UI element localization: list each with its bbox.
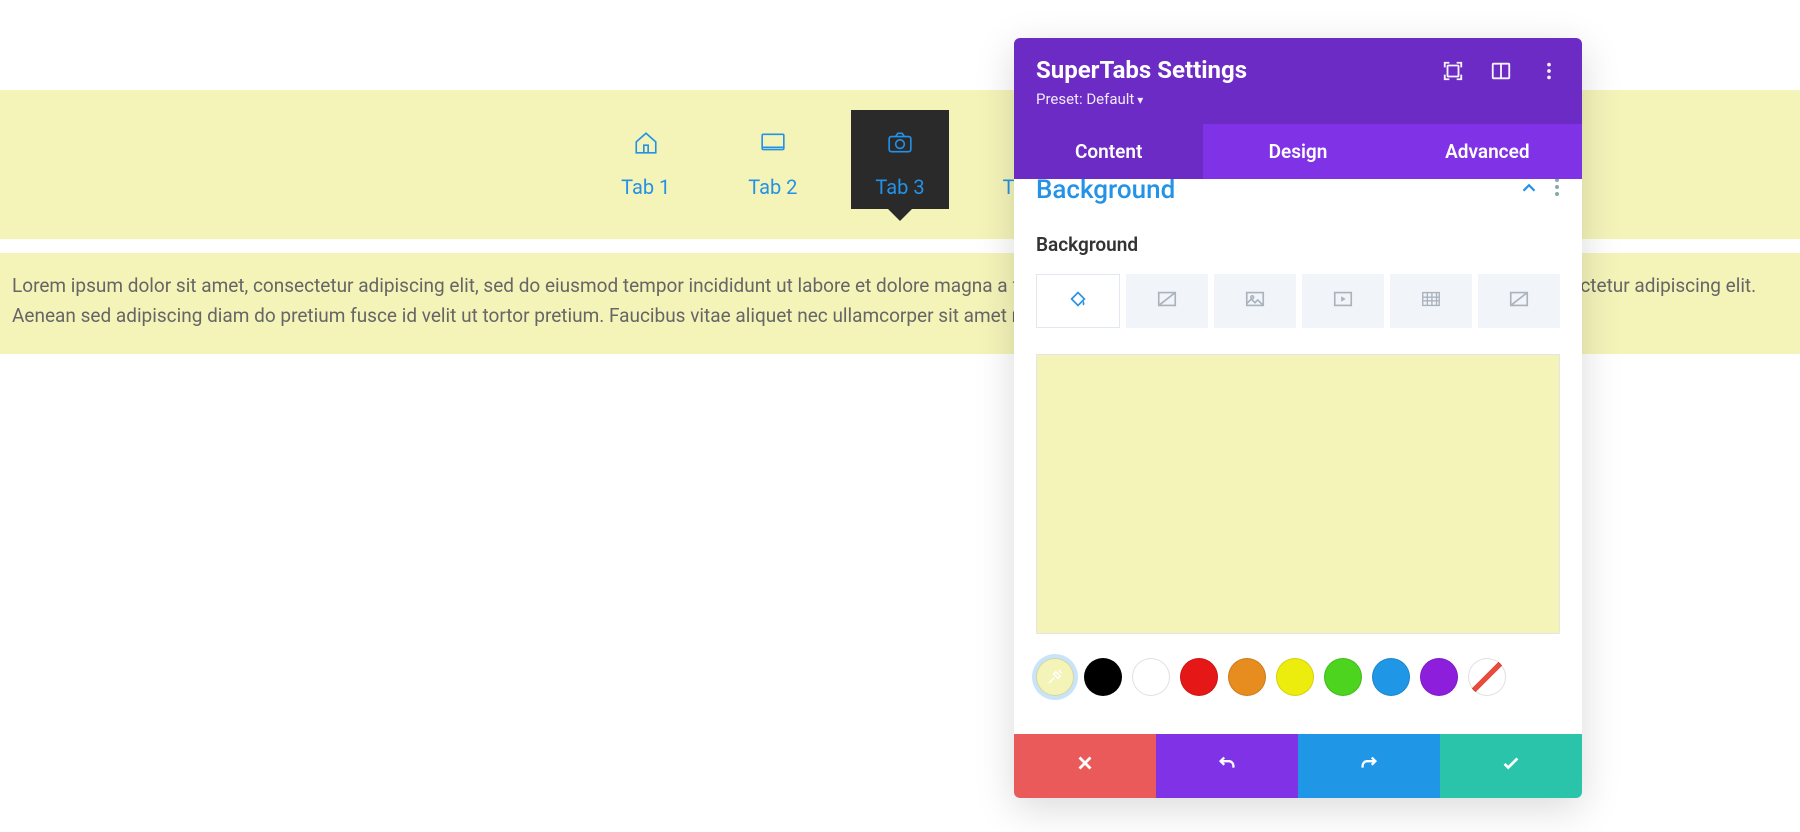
settings-panel: SuperTabs Settings Preset: Default Conte… — [1014, 38, 1582, 798]
panel-header: SuperTabs Settings Preset: Default — [1014, 38, 1582, 124]
tab-2[interactable]: Tab 2 — [724, 110, 821, 209]
tab-3[interactable]: Tab 3 — [851, 110, 948, 209]
image-icon — [1244, 288, 1266, 314]
pattern-icon — [1420, 288, 1442, 314]
background-type-row — [1036, 274, 1560, 328]
undo-icon — [1216, 752, 1238, 780]
field-label: Background — [1036, 233, 1560, 256]
swatch-none[interactable] — [1468, 658, 1506, 696]
bg-type-color[interactable] — [1036, 274, 1120, 328]
swatch-blue[interactable] — [1372, 658, 1410, 696]
collapse-icon[interactable] — [1518, 179, 1540, 204]
cancel-button[interactable] — [1014, 734, 1156, 798]
confirm-button[interactable] — [1440, 734, 1582, 798]
swatch-black[interactable] — [1084, 658, 1122, 696]
swatch-purple[interactable] — [1420, 658, 1458, 696]
tab-label: Tab 1 — [621, 175, 670, 199]
bg-type-image[interactable] — [1214, 274, 1296, 328]
redo-icon — [1358, 752, 1380, 780]
tab-label: Tab 2 — [748, 175, 797, 199]
close-icon — [1074, 752, 1096, 780]
screen-icon — [760, 130, 786, 161]
more-icon[interactable] — [1538, 60, 1560, 86]
settings-tabs: Content Design Advanced — [1014, 124, 1582, 179]
mask-icon — [1508, 288, 1530, 314]
tab-1[interactable]: Tab 1 — [597, 110, 694, 209]
swatch-yellow[interactable] — [1276, 658, 1314, 696]
undo-button[interactable] — [1156, 734, 1298, 798]
section-more-icon[interactable] — [1554, 179, 1560, 204]
bg-type-pattern[interactable] — [1390, 274, 1472, 328]
eyedropper-button[interactable] — [1036, 658, 1074, 696]
panel-body[interactable]: Background Background — [1014, 179, 1582, 734]
fill-icon — [1067, 288, 1089, 314]
tab-design-settings[interactable]: Design — [1203, 124, 1392, 179]
check-icon — [1500, 752, 1522, 780]
home-icon — [633, 130, 659, 161]
redo-button[interactable] — [1298, 734, 1440, 798]
color-preview[interactable] — [1036, 354, 1560, 634]
color-swatch-row — [1036, 658, 1560, 696]
swatch-white[interactable] — [1132, 658, 1170, 696]
bg-type-video[interactable] — [1302, 274, 1384, 328]
section-title[interactable]: Background — [1036, 179, 1175, 205]
bg-type-mask[interactable] — [1478, 274, 1560, 328]
gradient-icon — [1156, 288, 1178, 314]
preset-selector[interactable]: Preset: Default — [1036, 90, 1247, 108]
tab-advanced-settings[interactable]: Advanced — [1393, 124, 1582, 179]
swatch-red[interactable] — [1180, 658, 1218, 696]
expand-icon[interactable] — [1442, 60, 1464, 86]
swatch-orange[interactable] — [1228, 658, 1266, 696]
camera-icon — [887, 130, 913, 161]
split-icon[interactable] — [1490, 60, 1512, 86]
video-icon — [1332, 288, 1354, 314]
tab-content-settings[interactable]: Content — [1014, 124, 1203, 179]
tab-label: Tab 3 — [875, 175, 924, 199]
panel-title: SuperTabs Settings — [1036, 56, 1247, 84]
swatch-green[interactable] — [1324, 658, 1362, 696]
panel-footer — [1014, 734, 1582, 798]
bg-type-gradient[interactable] — [1126, 274, 1208, 328]
